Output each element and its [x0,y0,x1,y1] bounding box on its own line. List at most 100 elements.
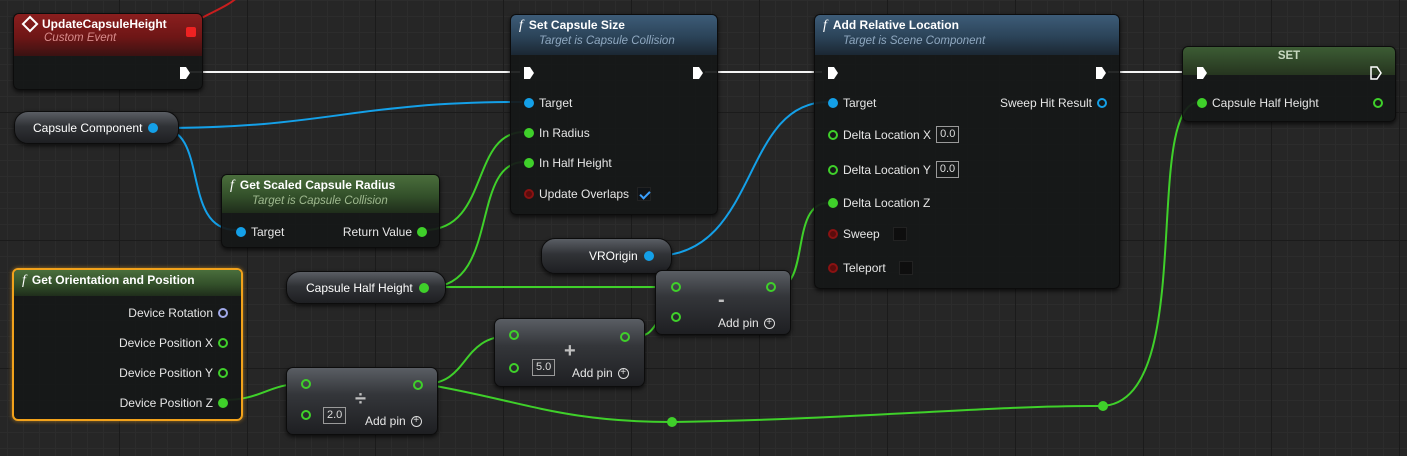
add-add-pin-button[interactable]: Add pin + [572,366,629,380]
vrorigin-variable[interactable]: VROrigin [541,238,672,274]
add-in-b-value[interactable]: 5.0 [532,359,556,376]
get-orientation-title: Get Orientation and Position [31,273,195,287]
capsule-half-height-label: Capsule Half Height [306,280,413,295]
subtract-symbol: - [718,289,725,311]
delta-location-x-pin[interactable]: Delta Location X 0.0 [828,126,960,143]
get-scaled-capsule-radius-node[interactable]: f Get Scaled Capsule Radius Target is Cap… [221,174,440,248]
divide-symbol: ÷ [355,388,366,410]
add-out-pin[interactable] [620,332,630,342]
add-in-b-pin[interactable] [509,363,519,373]
capsule-half-height-out-pin[interactable] [419,283,429,293]
device-position-x-pin[interactable]: Device Position X [119,336,228,350]
exec-in-pin-icon[interactable] [1196,66,1208,80]
event-diamond-icon [21,15,39,33]
update-overlaps-checkbox[interactable] [637,187,652,201]
capsule-component-variable[interactable]: Capsule Component [14,111,179,144]
add-symbol: + [564,340,576,362]
divide-out-pin[interactable] [413,380,423,390]
set-capsule-size-subtitle: Target is Capsule Collision [539,35,675,47]
get-scaled-radius-return-pin[interactable]: Return Value [343,225,427,239]
add-in-a-pin[interactable] [509,330,519,340]
custom-event-node[interactable]: UpdateCapsuleHeight Custom Event [13,13,203,90]
return-pin-icon [417,227,427,237]
exec-in-pin-icon[interactable] [523,66,535,80]
event-title: UpdateCapsuleHeight [21,15,194,33]
bool-pin-icon [828,263,838,273]
delta-y-value[interactable]: 0.0 [935,161,960,178]
target-pin-icon [524,98,534,108]
subtract-in-a-pin[interactable] [671,282,681,292]
float-pin-icon [524,158,534,168]
wire-capsule-target [159,101,523,129]
exec-out-pin-icon[interactable] [692,66,704,80]
capsule-half-height-variable[interactable]: Capsule Half Height [286,271,446,304]
get-orientation-and-position-node[interactable]: f Get Orientation and Position Device Rot… [12,268,243,421]
vrorigin-label: VROrigin [589,249,638,263]
device-rotation-pin[interactable]: Device Rotation [128,306,228,320]
teleport-pin[interactable]: Teleport [828,261,913,275]
target-pin-icon [828,98,838,108]
float-pin-icon [828,129,838,140]
exec-in-pin-icon[interactable] [827,66,839,80]
reroute-1 [667,417,677,427]
event-subtitle: Custom Event [44,32,117,44]
float-pin-icon [218,398,228,408]
exec-out-pin-icon[interactable] [1095,66,1107,80]
delta-location-z-pin[interactable]: Delta Location Z [828,196,930,210]
reroute-2 [1098,401,1108,411]
set-node-header: SET [1183,47,1395,75]
in-half-height-pin[interactable]: In Half Height [524,156,612,170]
get-scaled-radius-title: Get Scaled Capsule Radius [239,178,396,192]
set-half-height-in-pin[interactable]: Capsule Half Height [1197,96,1319,110]
delta-x-value[interactable]: 0.0 [936,126,960,143]
float-pin-icon [828,164,838,175]
sweep-hit-result-pin[interactable]: Sweep Hit Result [1000,96,1107,110]
divide-in-a-pin[interactable] [301,379,311,389]
get-scaled-radius-header: f Get Scaled Capsule Radius Target is Cap… [222,175,439,213]
teleport-checkbox[interactable] [898,261,913,275]
device-position-y-pin[interactable]: Device Position Y [119,366,228,380]
divide-node[interactable]: 2.0 ÷ Add pin + [286,367,438,435]
subtract-out-pin[interactable] [766,282,776,292]
set-capsule-size-header: f Set Capsule Size Target is Capsule Coll… [511,15,717,55]
in-radius-pin[interactable]: In Radius [524,126,590,140]
function-icon: f [22,273,26,288]
set-half-height-out-pin[interactable] [1373,98,1383,108]
exec-out-pin-icon[interactable] [179,66,191,80]
event-delegate-pin[interactable] [186,27,196,37]
subtract-add-pin-button[interactable]: Add pin + [718,316,775,330]
add-rel-target-pin[interactable]: Target [828,96,876,110]
get-scaled-radius-target-pin[interactable]: Target [236,225,284,239]
float-pin-icon [828,198,838,208]
device-position-z-pin[interactable]: Device Position Z [120,396,228,410]
add-relative-location-subtitle: Target is Scene Component [843,35,986,47]
subtract-node[interactable]: - Add pin + [655,270,791,335]
delta-location-y-pin[interactable]: Delta Location Y 0.0 [828,161,960,178]
add-node[interactable]: 5.0 + Add pin + [494,318,645,387]
plus-circle-icon: + [410,415,422,427]
target-pin-icon [236,227,246,237]
capsule-component-out-pin[interactable] [148,123,158,133]
subtract-in-b-pin[interactable] [671,312,681,322]
update-overlaps-pin[interactable]: Update Overlaps [524,187,652,201]
sweep-checkbox[interactable] [892,227,907,241]
plus-circle-icon: + [763,317,775,329]
divide-in-b-pin[interactable] [301,410,311,420]
float-pin-icon [1197,98,1207,108]
set-capsule-half-height-node[interactable]: SET Capsule Half Height [1182,46,1396,122]
float-pin-icon [218,338,228,348]
capsule-component-label: Capsule Component [33,120,143,135]
set-capsule-size-node[interactable]: f Set Capsule Size Target is Capsule Coll… [510,14,718,215]
sweep-pin[interactable]: Sweep [828,227,907,241]
function-icon: f [823,18,827,33]
float-pin-icon [218,368,228,378]
bool-pin-icon [524,189,534,199]
add-relative-location-node[interactable]: f Add Relative Location Target is Scene C… [814,14,1120,289]
vrorigin-out-pin[interactable] [644,251,654,261]
divide-in-b-value[interactable]: 2.0 [323,407,347,424]
divide-add-pin-button[interactable]: Add pin + [365,414,422,428]
exec-out-pin-icon[interactable] [1370,66,1382,80]
set-capsule-target-pin[interactable]: Target [524,96,572,110]
get-scaled-radius-subtitle: Target is Capsule Collision [252,195,388,207]
bool-pin-icon [828,229,838,239]
